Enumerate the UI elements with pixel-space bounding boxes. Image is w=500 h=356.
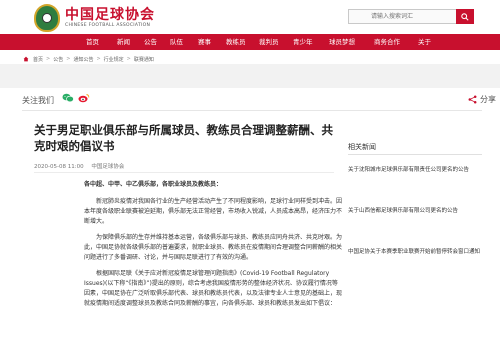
nav-item-teams[interactable]: 队伍 — [170, 34, 183, 50]
article-date: 2020-05-08 11:00 — [34, 164, 84, 170]
breadcrumb: 首页 > 公告 > 通知公告 > 行业规定 > 联赛通知 — [23, 54, 154, 64]
nav-item-news[interactable]: 新闻 — [117, 34, 130, 50]
top-header: 中国足球协会 CHINESE FOOTBALL ASSOCIATION — [0, 0, 500, 34]
article-paragraph: 新冠肺炎疫情对我国各行业的生产经营活动产生了不同程度影响，足球行业同样受到冲击。… — [84, 198, 343, 225]
follow-us-label: 关注我们 — [22, 96, 54, 105]
article-paragraph: 根据国际足联《关于应对新冠疫情足球管理问题指南》(Covid-19 Footba… — [84, 270, 343, 307]
nav-item-referees[interactable]: 裁判员 — [259, 34, 279, 50]
article-body: 各中超、中甲、中乙俱乐部，各职业球员及教练员： 新冠肺炎疫情对我国各行业的生产经… — [84, 180, 342, 315]
search-button[interactable] — [456, 9, 474, 24]
nav-item-coaches[interactable]: 教练员 — [226, 34, 246, 50]
article-source: 中国足球协会 — [91, 164, 125, 170]
home-icon — [23, 56, 29, 62]
divider — [34, 172, 334, 173]
nav-item-announcements[interactable]: 公告 — [144, 34, 157, 50]
logo-english-text: CHINESE FOOTBALL ASSOCIATION — [65, 23, 151, 28]
article-salutation: 各中超、中甲、中乙俱乐部，各职业球员及教练员： — [84, 181, 223, 188]
search-icon — [461, 12, 469, 21]
search-box — [348, 9, 474, 24]
share-button[interactable]: 分享 — [468, 94, 496, 105]
related-news-title: 相关新闻 — [348, 143, 376, 151]
logo-chinese-text: 中国足球协会 — [65, 7, 155, 23]
wechat-icon[interactable] — [62, 93, 74, 103]
breadcrumb-announcements[interactable]: 公告 — [53, 56, 63, 63]
main-nav: 首页 新闻 公告 队伍 赛事 教练员 裁判员 青少年 球员梦想 商务合作 关于 — [0, 34, 500, 50]
nav-item-business[interactable]: 商务合作 — [374, 34, 400, 50]
related-news-link[interactable]: 关于沈阳城市足球俱乐部有限责任公司更名的公告 — [348, 166, 488, 174]
share-label: 分享 — [480, 95, 496, 104]
breadcrumb-home[interactable]: 首页 — [33, 56, 43, 63]
nav-item-home[interactable]: 首页 — [86, 34, 99, 50]
divider — [348, 154, 482, 155]
nav-item-about[interactable]: 关于 — [418, 34, 431, 50]
article-paragraph: 为保障俱乐部的生存并维持基本运营，各级俱乐部与球员、教练员应同舟共济、共克时艰。… — [84, 234, 343, 261]
search-input[interactable] — [349, 10, 473, 23]
nav-item-competitions[interactable]: 赛事 — [198, 34, 211, 50]
nav-item-player-dream[interactable]: 球员梦想 — [329, 34, 355, 50]
article-meta: 2020-05-08 11:00 中国足球协会 — [34, 162, 124, 170]
related-news-link[interactable]: 中国足协关于本赛季职业联赛开始前暂停转会窗口通知 — [348, 248, 488, 256]
divider — [22, 110, 482, 111]
breadcrumb-league-notices[interactable]: 联赛通知 — [134, 56, 154, 63]
weibo-icon[interactable] — [78, 93, 90, 103]
nav-item-youth[interactable]: 青少年 — [293, 34, 313, 50]
breadcrumb-regulations[interactable]: 行业规定 — [104, 56, 124, 63]
cfa-emblem-icon — [34, 4, 60, 32]
share-icon — [468, 95, 477, 104]
related-news-link[interactable]: 关于山西信都足球俱乐部有限公司更名的公告 — [348, 207, 488, 215]
gray-banner — [0, 64, 500, 88]
site-logo[interactable]: 中国足球协会 CHINESE FOOTBALL ASSOCIATION — [34, 4, 155, 32]
article-title: 关于男足职业俱乐部与所属球员、教练员合理调整薪酬、共克时艰的倡议书 — [34, 123, 333, 153]
breadcrumb-notices[interactable]: 通知公告 — [73, 56, 93, 63]
